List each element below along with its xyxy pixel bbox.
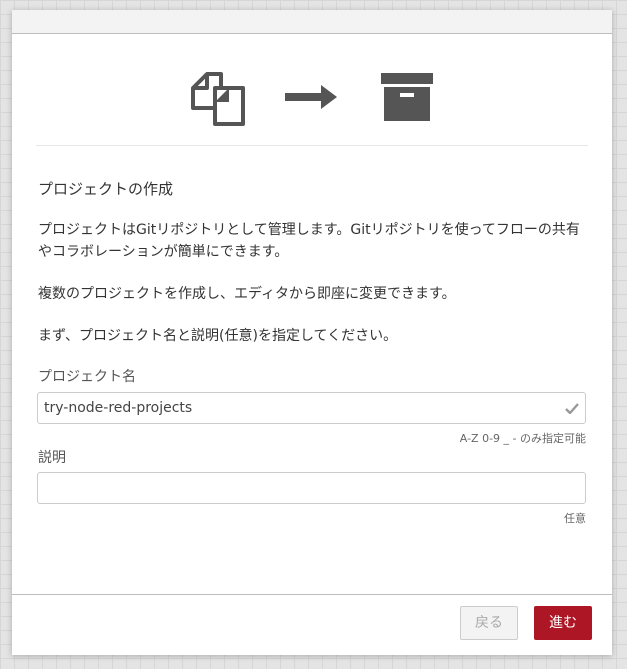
description-paragraph-1: プロジェクトはGitリポジトリとして管理します。Gitリポジトリを使ってフローの… (38, 222, 580, 260)
copy-icon (191, 72, 245, 126)
description-paragraph-3: まず、プロジェクト名と説明(任意)を指定してください。 (38, 328, 398, 344)
dialog-titlebar (12, 10, 612, 34)
next-button[interactable]: 進む (534, 606, 592, 640)
project-name-hint: A-Z 0-9 _ - のみ指定可能 (459, 432, 586, 445)
check-icon (565, 403, 579, 414)
archive-box-icon (381, 73, 433, 121)
description-input[interactable] (37, 472, 586, 504)
icons-row (12, 34, 612, 132)
create-project-dialog: プロジェクトの作成 プロジェクトはGitリポジトリとして管理します。Gitリポジ… (12, 10, 612, 655)
back-button[interactable]: 戻る (460, 606, 518, 640)
description-paragraph-2: 複数のプロジェクトを作成し、エディタから即座に変更できます。 (38, 286, 456, 302)
project-name-input[interactable] (37, 392, 586, 424)
project-name-label: プロジェクト名 (38, 369, 136, 385)
footer-divider (12, 594, 612, 595)
header-divider (36, 145, 588, 146)
description-label: 説明 (38, 450, 66, 466)
description-hint: 任意 (564, 512, 586, 525)
dialog-heading: プロジェクトの作成 (38, 180, 174, 198)
arrow-right-icon (285, 85, 337, 109)
